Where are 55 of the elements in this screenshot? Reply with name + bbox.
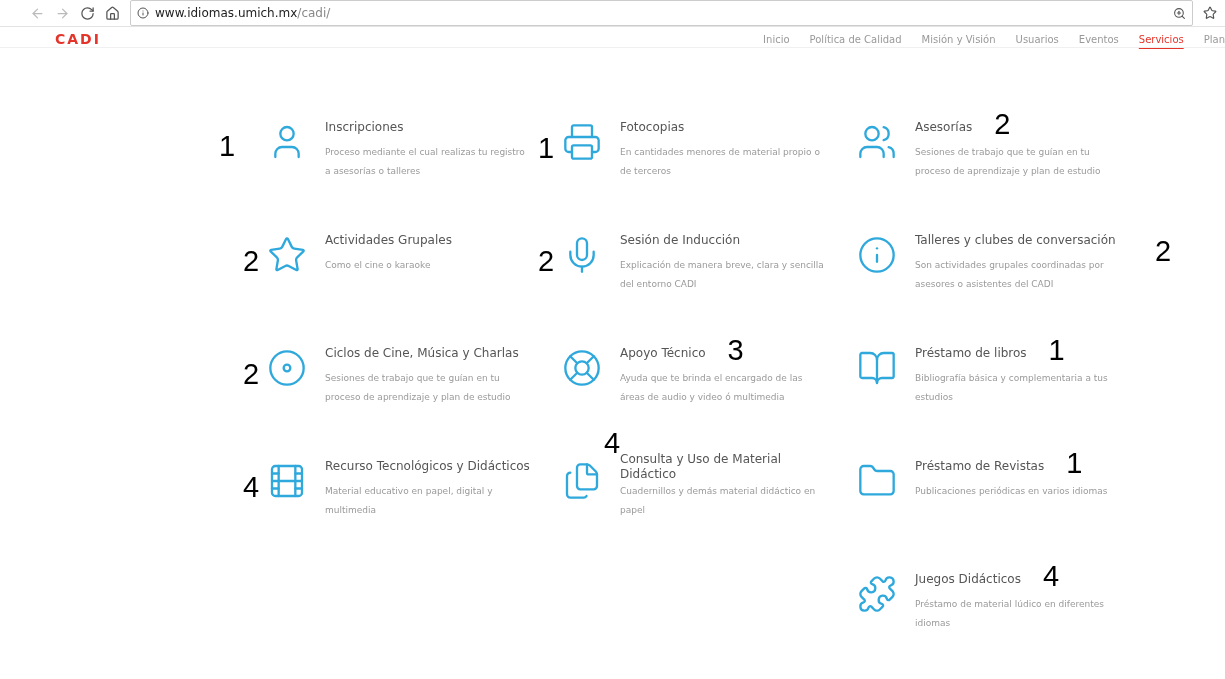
site-logo[interactable]: CADI	[55, 31, 101, 47]
service-title: Juegos Didácticos	[915, 572, 1021, 587]
service-description: Publicaciones periódicas en varios idiomas	[915, 485, 1109, 498]
nav-link[interactable]: Misión y Visión	[921, 33, 996, 45]
nav-link[interactable]: Plan	[1203, 33, 1225, 45]
service-title: Fotocopias	[620, 120, 685, 135]
annotation-number: 1	[1048, 336, 1065, 365]
service-title: Recurso Tecnológicos y Didácticos	[325, 459, 530, 474]
annotation-number: 2	[1155, 237, 1172, 266]
nav-link[interactable]: Usuarios	[1015, 33, 1059, 45]
bookmark-star-icon[interactable]	[1203, 6, 1217, 20]
service-description: Material educativo en papel, digital y multimedia	[325, 485, 494, 517]
service-description: Sesiones de trabajo que te guían en tu proceso de aprendizaje y plan de estudio	[915, 146, 1102, 178]
nav-link[interactable]: Inicio	[763, 33, 790, 45]
home-icon[interactable]	[105, 5, 120, 21]
service-title: Inscripciones	[325, 120, 404, 135]
service-description: Sesiones de trabajo que te guían en tu proceso de aprendizaje y plan de estudio	[325, 372, 512, 404]
annotation-number: 2	[243, 360, 260, 389]
service-description: Cuadernillos y demás material didáctico en papel	[620, 485, 817, 517]
annotation-number: 4	[243, 473, 260, 502]
service-title: Ciclos de Cine, Música y Charlas	[325, 346, 519, 361]
service-description: Explicación de manera breve, clara y sencilla del entorno CADI	[620, 259, 825, 291]
service-description: Proceso mediante el cual realizas tu registro a asesorías o talleres	[325, 146, 526, 178]
service-title: Talleres y clubes de conversación	[915, 233, 1116, 248]
annotation-number: 2	[538, 247, 555, 276]
service-description: Como el cine o karaoke	[325, 259, 432, 272]
service-title: Préstamo de Revistas	[915, 459, 1045, 474]
url-host: www.idiomas.umich.mx	[155, 6, 298, 20]
annotation-number: 1	[538, 134, 555, 163]
url-path: /cadi/	[297, 6, 331, 20]
service-title: Sesión de Inducción	[620, 233, 740, 248]
service-description: Ayuda que te brinda el encargado de las áreas de audio y video ó multimedia	[620, 372, 804, 404]
annotation-number: 2	[994, 110, 1011, 139]
service-title: Consulta y Uso de Material Didáctico	[620, 451, 783, 482]
annotation-number: 4	[1042, 562, 1060, 591]
zoom-icon[interactable]	[1173, 6, 1186, 20]
service-description: Bibliografía básica y complementaria a tus estudios	[915, 372, 1109, 404]
reload-icon[interactable]	[80, 5, 95, 21]
annotation-number: 3	[727, 336, 744, 365]
service-title: Préstamo de libros	[915, 346, 1027, 361]
annotation-number: 2	[243, 247, 260, 276]
service-title: Asesorías	[915, 120, 973, 135]
nav-link[interactable]: Servicios	[1138, 33, 1184, 45]
service-title: Actividades Grupales	[325, 233, 452, 248]
info-icon[interactable]	[137, 7, 149, 19]
service-description: Son actividades grupales coordinadas por asesores o asistentes del CADI	[915, 259, 1105, 291]
service-description: Préstamo de material lúdico en diferentes idiomas	[915, 598, 1105, 630]
service-title: Apoyo Técnico	[620, 346, 706, 361]
annotation-number: 1	[219, 132, 236, 161]
annotation-number: 4	[604, 429, 621, 458]
service-description: En cantidades menores de material propio o de terceros	[620, 146, 821, 178]
nav-link[interactable]: Eventos	[1078, 33, 1119, 45]
address-bar[interactable]: www.idiomas.umich.mx/cadi/	[130, 0, 1193, 26]
nav-link[interactable]: Política de Calidad	[809, 33, 902, 45]
annotation-number: 1	[1066, 449, 1083, 478]
